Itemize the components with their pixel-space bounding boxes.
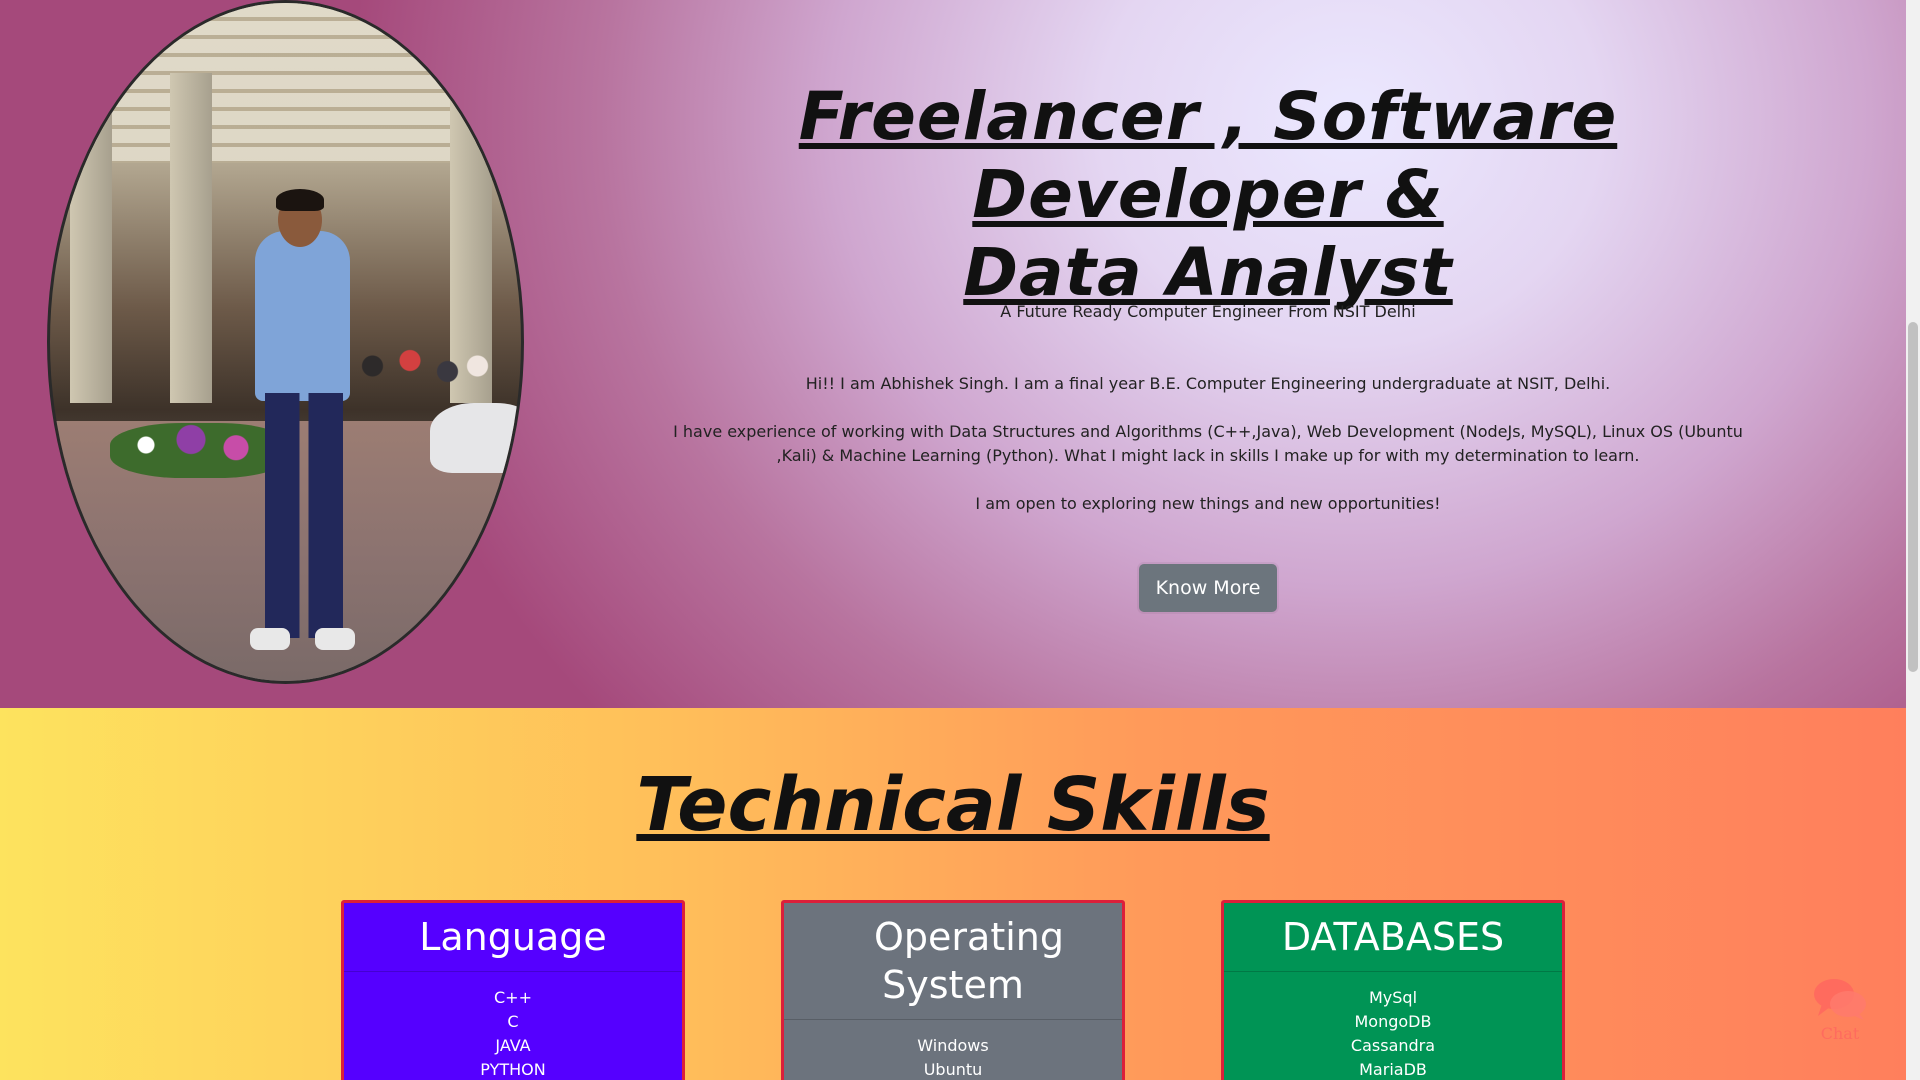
chat-label: Chat: [1820, 1024, 1860, 1043]
headline-line-1: Freelancer , Software Developer &: [798, 78, 1618, 233]
card-body: Windows Ubuntu: [784, 1020, 1122, 1080]
skill-item: Ubuntu: [923, 1060, 983, 1079]
intro-paragraph: Hi!! I am Abhishek Singh. I am a final y…: [805, 374, 1611, 393]
hero-subtitle: A Future Ready Computer Engineer From NS…: [1000, 302, 1416, 321]
closing-paragraph: I am open to exploring new things and ne…: [975, 494, 1441, 513]
card-title: Operating System: [784, 903, 1122, 1020]
card-title: Language: [344, 903, 682, 972]
profile-photo: [47, 0, 524, 684]
hero-headline: Freelancer , Software Developer & Data A…: [640, 78, 1776, 312]
skills-title: Technical Skills: [636, 762, 1270, 848]
skill-item: PYTHON: [480, 1060, 546, 1079]
technical-skills-section: Technical Skills Language C++ C JAVA PYT…: [0, 708, 1906, 1080]
hero-section: Freelancer , Software Developer & Data A…: [0, 0, 1906, 708]
skill-item: MariaDB: [1359, 1060, 1427, 1079]
skill-item: JAVA: [495, 1036, 531, 1055]
skill-item: Cassandra: [1350, 1036, 1436, 1055]
card-body: C++ C JAVA PYTHON: [344, 972, 682, 1080]
scrollbar-thumb[interactable]: [1908, 322, 1918, 672]
skill-card-operating-system: Operating System Windows Ubuntu: [781, 900, 1125, 1080]
headline-line-2: Data Analyst: [963, 234, 1453, 311]
skill-item: Windows: [917, 1036, 989, 1055]
skill-card-language: Language C++ C JAVA PYTHON: [341, 900, 685, 1080]
skill-item: MongoDB: [1354, 1012, 1432, 1031]
page-scrollbar[interactable]: [1906, 0, 1920, 1080]
skill-item: MySql: [1368, 988, 1418, 1007]
skill-item: C++: [494, 988, 532, 1007]
chat-bubbles-icon: [1814, 979, 1866, 1020]
skill-item: C: [507, 1012, 519, 1031]
chat-widget[interactable]: Chat: [1812, 976, 1868, 1048]
experience-paragraph: I have experience of working with Data S…: [673, 422, 1743, 465]
card-title-text: Operating System: [874, 915, 1064, 1007]
card-body: MySql MongoDB Cassandra MariaDB: [1224, 972, 1562, 1080]
know-more-button[interactable]: Know More: [1139, 564, 1277, 612]
skill-card-databases: DATABASES MySql MongoDB Cassandra MariaD…: [1221, 900, 1565, 1080]
card-title: DATABASES: [1224, 903, 1562, 972]
